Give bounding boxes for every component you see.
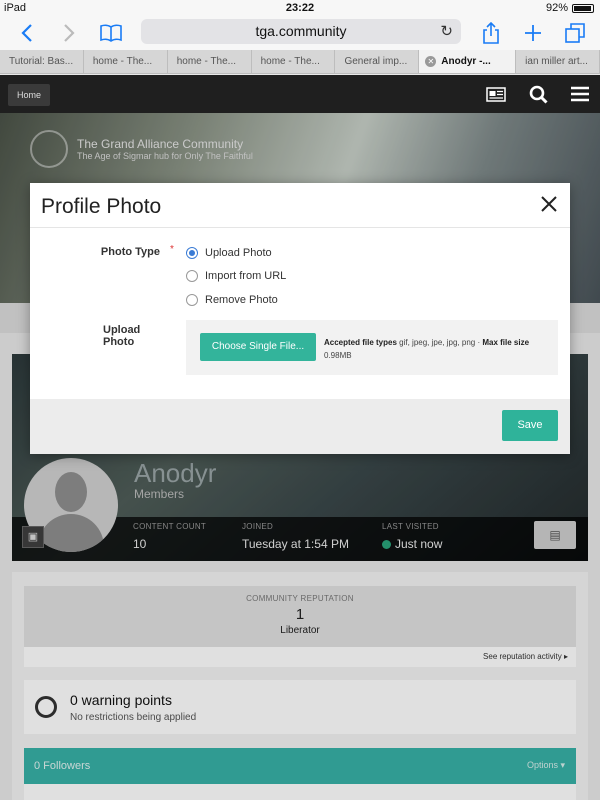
forward-icon[interactable] — [56, 16, 82, 50]
browser-tab[interactable]: home - The... — [84, 50, 168, 73]
radio-icon[interactable] — [186, 270, 198, 282]
radio-selected-icon[interactable] — [186, 247, 198, 259]
menu-icon[interactable] — [568, 75, 592, 113]
tabs-overview-icon[interactable] — [562, 16, 588, 50]
reload-icon[interactable]: ↻ — [440, 19, 453, 44]
url-text: tga.community — [255, 23, 347, 39]
status-bar: iPad 23:22 92% — [0, 0, 600, 16]
upload-area: Choose Single File... Accepted file type… — [186, 320, 558, 375]
bookmarks-icon[interactable] — [96, 16, 126, 50]
address-bar[interactable]: tga.community ↻ — [141, 19, 461, 44]
dialog-footer: Save — [30, 399, 570, 454]
photo-type-label: Photo Type — [100, 246, 160, 258]
browser-tab[interactable]: ian miller art... — [516, 50, 600, 73]
accepted-file-info: Accepted file types gif, jpeg, jpe, jpg,… — [324, 338, 530, 360]
browser-tab[interactable]: Tutorial: Bas... — [0, 50, 84, 73]
browser-tab[interactable]: home - The... — [168, 50, 252, 73]
browser-tab[interactable]: home - The... — [252, 50, 336, 73]
new-tab-icon[interactable] — [520, 16, 546, 50]
clock: 23:22 — [285, 2, 315, 14]
save-button[interactable]: Save — [502, 410, 558, 441]
active-tab-label: Anodyr -... — [441, 56, 491, 67]
close-tab-icon[interactable]: ✕ — [425, 56, 437, 67]
search-icon[interactable] — [526, 75, 550, 113]
browser-tab[interactable]: General imp... — [335, 50, 420, 73]
site-header: Home — [0, 75, 600, 113]
radio-import-url[interactable]: Import from URL — [186, 270, 286, 282]
radio-upload-photo[interactable]: Upload Photo — [186, 247, 272, 259]
browser-tabs: Tutorial: Bas... home - The... home - Th… — [0, 50, 600, 74]
share-icon[interactable] — [478, 16, 504, 50]
profile-photo-dialog: Profile Photo Photo Type * Upload Photo … — [30, 183, 570, 454]
radio-remove-photo[interactable]: Remove Photo — [186, 294, 278, 306]
radio-icon[interactable] — [186, 294, 198, 306]
close-icon[interactable] — [538, 193, 560, 215]
activity-icon[interactable] — [484, 75, 508, 113]
browser-toolbar: tga.community ↻ — [0, 16, 600, 50]
battery-icon — [572, 3, 594, 13]
home-breadcrumb[interactable]: Home — [8, 84, 51, 106]
upload-photo-label: Upload Photo — [103, 324, 141, 348]
dialog-title: Profile Photo — [41, 195, 162, 218]
battery-percent: 92% — [545, 2, 568, 14]
choose-file-button[interactable]: Choose Single File... — [200, 333, 316, 361]
divider — [30, 227, 570, 228]
back-icon[interactable] — [14, 16, 40, 50]
browser-tab-active[interactable]: ✕ Anodyr -... — [419, 50, 517, 73]
required-mark: * — [170, 244, 174, 255]
